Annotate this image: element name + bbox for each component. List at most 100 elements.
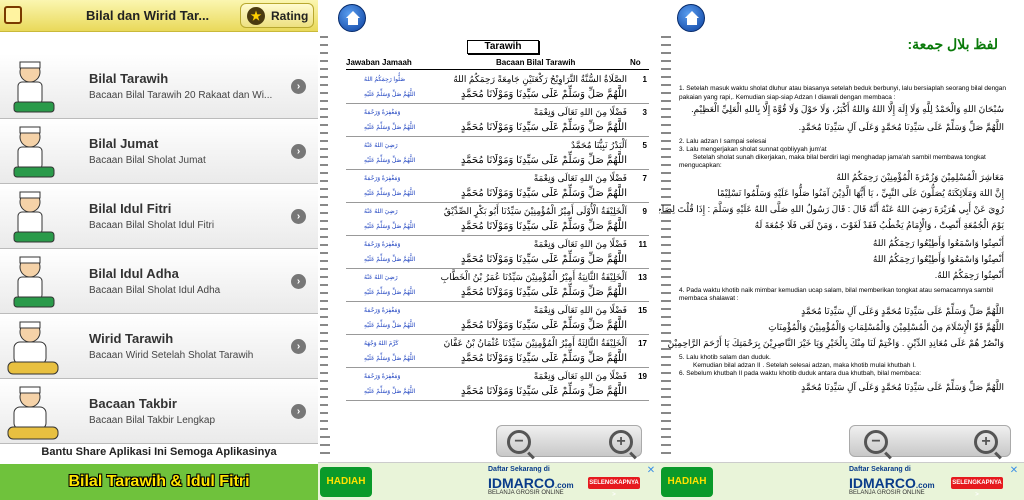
bacaan-line-1: فَضْلًا مِنَ اللهِ تَعَالَى وَنِعْمَةً xyxy=(533,371,627,381)
jawaban-line-2: اللَّهُمَّ صَلِّ وَسَلِّمْ عَلَيْهِ xyxy=(364,125,416,131)
tarawih-row: 19 فَضْلًا مِنَ اللهِ تَعَالَى وَنِعْمَةً… xyxy=(346,369,649,401)
share-text: Bantu Share Aplikasi Ini Semoga Aplikasi… xyxy=(41,446,277,458)
ad-sub: BELANJA GROSIR ONLINE xyxy=(488,490,564,496)
item-title: Wirid Tarawih xyxy=(89,331,174,346)
rating-button[interactable]: ★ Rating xyxy=(240,3,314,28)
instruction-line: mengucapkan: xyxy=(679,162,722,169)
item-subtitle: Bacaan Bilal Takbir Lengkap xyxy=(89,415,216,426)
arabic-line: اللَّهُمَّ قَوِّ الْإِسْلَامَ مِنَ الْمُ… xyxy=(768,322,1004,332)
jawaban-line-1: كَرَّمَ اللهُ وَجْهَهُ xyxy=(364,341,399,347)
top-bar: Bilal dan Wirid Tar... ★ Rating xyxy=(0,0,318,32)
chevron-right-icon: › xyxy=(291,144,306,159)
arabic-line: رُوِيَ عَنْ أَبِي هُرَيْرَةَ رَضِيَ الله… xyxy=(659,204,1004,214)
jawaban-line-1: رَضِيَ اللهُ عَنْهُ xyxy=(364,209,398,215)
jawaban-line-1: صَلُّوا رَحِمَكُمُ اللهُ xyxy=(364,77,406,83)
chevron-right-icon: › xyxy=(291,274,306,289)
zoom-in-icon[interactable]: + xyxy=(974,430,998,454)
ad-brand: IDMARCO.com xyxy=(849,475,935,491)
ad-hadiah: HADIAH xyxy=(661,467,713,497)
item-subtitle: Bacaan Bilal Sholat Idul Adha xyxy=(89,285,221,296)
arabic-line: مَعَاشِرَ الْمُسْلِمِيْنَ وَزُمْرَةَ الْ… xyxy=(836,172,1004,182)
arabic-line: وَانْصُرْ هُمْ عَلَى مُعَانِدِ الدِّيْنِ… xyxy=(667,338,1004,348)
jawaban-line-2: اللَّهُمَّ صَلِّ وَسَلِّمْ عَلَيْهِ xyxy=(364,257,416,263)
rating-label: Rating xyxy=(271,9,309,23)
doc-title: Tarawih xyxy=(467,40,539,54)
row-number: 13 xyxy=(638,273,647,282)
bacaan-line-2: اللَّهُمَّ صَلِّ وَسَلِّمْ عَلَى سَيِّدِ… xyxy=(460,188,627,199)
row-number: 17 xyxy=(638,339,647,348)
jawaban-line-1: وَمَغْفِرَةً وَرَحْمَةً xyxy=(364,242,401,248)
menu-item-bilal-idul-adha[interactable]: Bilal Idul Adha Bacaan Bilal Sholat Idul… xyxy=(0,249,318,314)
instruction-line: 2. Lalu adzan I sampai selesai xyxy=(679,138,767,145)
tarawih-row: 13 اَلْخَلِيْفَةُ الثَّانِيَةُ أَمِيْرُ ا… xyxy=(346,270,649,302)
col-no: No xyxy=(630,58,641,67)
avatar xyxy=(13,126,55,178)
col-bacaan: Bacaan Bilal Tarawih xyxy=(496,58,576,67)
jawaban-line-1: وَمَغْفِرَةً وَرَحْمَةً xyxy=(364,110,401,116)
app-icon[interactable] xyxy=(4,6,22,24)
row-number: 9 xyxy=(642,207,647,216)
row-number: 5 xyxy=(642,141,647,150)
tarawih-document-screen: Tarawih Jawaban Jamaah Bacaan Bilal Tara… xyxy=(318,0,659,500)
chevron-right-icon: › xyxy=(291,79,306,94)
tarawih-row: 9 اَلْخَلِيْفَةُ الْأُوْلَى أَمِيْرُ الْم… xyxy=(346,204,649,236)
menu-item-bacaan-takbir[interactable]: Bacaan Takbir Bacaan Bilal Takbir Lengka… xyxy=(0,379,318,444)
ad-cta-button[interactable]: SELENGKAPNYA > xyxy=(951,477,1003,498)
bacaan-line-2: اللَّهُمَّ صَلِّ وَسَلِّمْ عَلَى سَيِّدِ… xyxy=(460,122,627,133)
menu-item-wirid-tarawih[interactable]: Wirid Tarawih Bacaan Wirid Setelah Shola… xyxy=(0,314,318,379)
zoom-out-icon[interactable]: − xyxy=(507,430,531,454)
zoom-out-icon[interactable]: − xyxy=(864,430,888,454)
tarawih-row: 17 اَلْخَلِيْفَةُ الثَّالِثَةُ أَمِيْرُ ا… xyxy=(346,336,649,368)
row-number: 7 xyxy=(642,174,647,183)
arabic-line: يَوْمَ الْجُمُعَةِ أَنْصِتْ ، وَالْإِمَا… xyxy=(754,220,1004,230)
bacaan-line-1: فَضْلًا مِنَ اللهِ تَعَالَى وَنِعْمَةً xyxy=(533,107,627,117)
zoom-control: − + xyxy=(496,425,642,457)
arabic-line: اللَّهُمَّ صَلِّ وَسَلِّمْ عَلَى سَيِّدِ… xyxy=(801,306,1004,316)
tarawih-row: 15 فَضْلًا مِنَ اللهِ تَعَالَى وَنِعْمَةً… xyxy=(346,303,649,335)
arabic-line: أَنْصِتُوا رَحِمَكُمُ اللهُ. xyxy=(934,270,1004,280)
item-title: Bilal Idul Adha xyxy=(89,266,179,281)
col-jawaban: Jawaban Jamaah xyxy=(346,58,412,67)
row-number: 11 xyxy=(638,240,647,249)
jawaban-line-1: وَمَغْفِرَةً وَرَحْمَةً xyxy=(364,308,401,314)
ad-banner[interactable]: HADIAH Daftar Sekarang di IDMARCO.com BE… xyxy=(659,462,1024,500)
arabic-line: اللَّهُمَّ صَلِّ وَسَلِّمْ عَلَى سَيِّدِ… xyxy=(798,122,1004,132)
tarawih-row: 3 فَضْلًا مِنَ اللهِ تَعَالَى وَنِعْمَةً ا… xyxy=(346,105,649,137)
jawaban-line-1: وَمَغْفِرَةً وَرَحْمَةً xyxy=(364,176,401,182)
menu-item-bilal-idul-fitri[interactable]: Bilal Idul Fitri Bacaan Bilal Sholat Idu… xyxy=(0,184,318,249)
ad-hadiah: HADIAH xyxy=(320,467,372,497)
bacaan-line-2: اللَّهُمَّ صَلِّ وَسَلِّمْ عَلَى سَيِّدِ… xyxy=(460,287,627,298)
bacaan-line-2: اللَّهُمَّ صَلِّ وَسَلِّمْ عَلَى سَيِّدِ… xyxy=(460,353,627,364)
zoom-in-icon[interactable]: + xyxy=(609,430,633,454)
document-page: Tarawih Jawaban Jamaah Bacaan Bilal Tara… xyxy=(328,34,659,434)
arabic-line: أَنْصِتُوا وَاسْمَعُوا وَأَطِيْعُوا رَحِ… xyxy=(872,254,1004,264)
jawaban-line-2: اللَّهُمَّ صَلِّ وَسَلِّمْ عَلَيْهِ xyxy=(364,290,416,296)
tarawih-row: 1 الصَّلَاةُ السُّنَّةُ التَّرَاوِيْحُ رَ… xyxy=(346,72,649,104)
jumat-document-screen: لفظ بلال جمعة: 1. Setelah masuk waktu sh… xyxy=(659,0,1024,500)
avatar xyxy=(13,61,55,113)
jawaban-line-2: اللَّهُمَّ صَلِّ وَسَلِّمْ عَلَيْهِ xyxy=(364,224,416,230)
bacaan-line-2: اللَّهُمَّ صَلِّ وَسَلِّمْ عَلَى سَيِّدِ… xyxy=(460,89,627,100)
bacaan-line-2: اللَّهُمَّ صَلِّ وَسَلِّمْ عَلَى سَيِّدِ… xyxy=(460,155,627,166)
item-title: Bilal Tarawih xyxy=(89,71,169,86)
bacaan-line-2: اللَّهُمَّ صَلِّ وَسَلِّمْ عَلَى سَيِّدِ… xyxy=(460,386,627,397)
home-icon[interactable] xyxy=(338,4,366,32)
chevron-right-icon: › xyxy=(291,404,306,419)
home-icon[interactable] xyxy=(677,4,705,32)
menu-item-bilal-jumat[interactable]: Bilal Jumat Bacaan Bilal Sholat Jumat › xyxy=(0,119,318,184)
item-title: Bacaan Takbir xyxy=(89,396,177,411)
arabic-line: سُبْحَانَ اللهِ وَالْحَمْدُ لِلَّهِ وَلَ… xyxy=(691,104,1004,114)
bacaan-line-1: فَضْلًا مِنَ اللهِ تَعَالَى وَنِعْمَةً xyxy=(533,305,627,315)
ad-cta-button[interactable]: SELENGKAPNYA > xyxy=(588,477,640,498)
ad-banner[interactable]: HADIAH Daftar Sekarang di IDMARCO.com BE… xyxy=(318,462,659,500)
menu-item-bilal-tarawih[interactable]: Bilal Tarawih Bacaan Bilal Tarawih 20 Ra… xyxy=(0,54,318,119)
ad-close-icon[interactable]: ✕ xyxy=(645,465,657,477)
jawaban-line-1: وَمَغْفِرَةً وَرَحْمَةً xyxy=(364,374,401,380)
bacaan-line-1: اَلْخَلِيْفَةُ الْأُوْلَى أَمِيْرُ الْمُ… xyxy=(443,206,627,216)
item-title: Bilal Idul Fitri xyxy=(89,201,172,216)
bacaan-line-1: فَضْلًا مِنَ اللهِ تَعَالَى وَنِعْمَةً xyxy=(533,173,627,183)
bacaan-line-2: اللَّهُمَّ صَلِّ وَسَلِّمْ عَلَى سَيِّدِ… xyxy=(460,221,627,232)
item-subtitle: Bacaan Bilal Sholat Jumat xyxy=(89,155,206,166)
bacaan-line-1: الصَّلَاةُ السُّنَّةُ التَّرَاوِيْحُ رَك… xyxy=(453,74,627,84)
ad-close-icon[interactable]: ✕ xyxy=(1008,465,1020,477)
